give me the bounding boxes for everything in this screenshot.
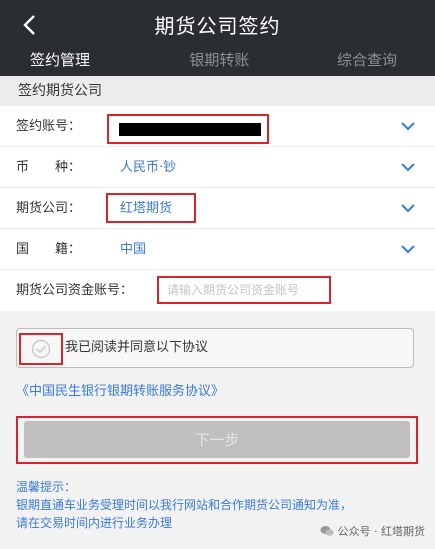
currency-row[interactable]: 币 种： 人民币·钞 [0, 147, 435, 188]
tab-bank-futures-transfer[interactable]: 银期转账 [160, 48, 278, 74]
page-title: 期货公司签约 [154, 14, 281, 38]
chevron-down-icon[interactable] [401, 162, 415, 172]
sign-form: 签约账号： 币 种： 人民币·钞 期货公司： 红塔期货 国 籍： 中国 期货公司… [0, 106, 435, 311]
chevron-down-icon[interactable] [401, 121, 415, 131]
chevron-down-icon[interactable] [401, 203, 415, 213]
watermark-text: 公众号 · 红塔期货 [337, 525, 426, 538]
nationality-row[interactable]: 国 籍： 中国 [0, 229, 435, 270]
company-value: 红塔期货 [120, 201, 173, 216]
currency-label: 币 种： [16, 160, 82, 175]
account-value-highlight [107, 114, 269, 144]
tab-sign-management[interactable]: 签约管理 [0, 48, 160, 74]
company-label: 期货公司： [16, 201, 82, 216]
nationality-value: 中国 [120, 242, 147, 257]
nationality-label: 国 籍： [16, 242, 82, 257]
wechat-icon [320, 526, 333, 536]
account-row[interactable]: 签约账号： [0, 106, 435, 147]
account-value-redacted [119, 123, 261, 136]
tips-line-1: 银期直通车业务受理时间以我行网站和合作期货公司通知为准， [16, 498, 353, 512]
agreement-text: 我已阅读并同意以下协议 [65, 340, 209, 355]
check-circle-icon [31, 339, 51, 359]
section-title: 签约期货公司 [0, 76, 435, 106]
next-button-highlight: 下一步 [16, 416, 418, 464]
fund-account-label: 期货公司资金账号： [16, 283, 134, 298]
company-value-highlight: 红塔期货 [106, 193, 196, 223]
chevron-down-icon[interactable] [401, 244, 415, 254]
protocol-link[interactable]: 《中国民生银行银期转账服务协议》 [16, 380, 224, 399]
app-header: 期货公司签约 签约管理 银期转账 综合查询 [0, 0, 435, 76]
tab-bar: 签约管理 银期转账 综合查询 [0, 48, 435, 74]
tips-title: 温馨提示： [16, 480, 77, 494]
tab-general-query[interactable]: 综合查询 [279, 48, 435, 74]
agreement-checkbox[interactable] [19, 333, 63, 365]
company-row[interactable]: 期货公司： 红塔期货 [0, 188, 435, 229]
watermark: 公众号 · 红塔期货 [320, 523, 426, 539]
currency-value: 人民币·钞 [120, 160, 177, 175]
account-label: 签约账号： [16, 119, 82, 134]
agreement-checkbox-row[interactable]: 我已阅读并同意以下协议 [16, 328, 414, 368]
fund-account-input[interactable] [157, 276, 331, 304]
next-button[interactable]: 下一步 [24, 421, 410, 458]
fund-account-row: 期货公司资金账号： [0, 270, 435, 311]
